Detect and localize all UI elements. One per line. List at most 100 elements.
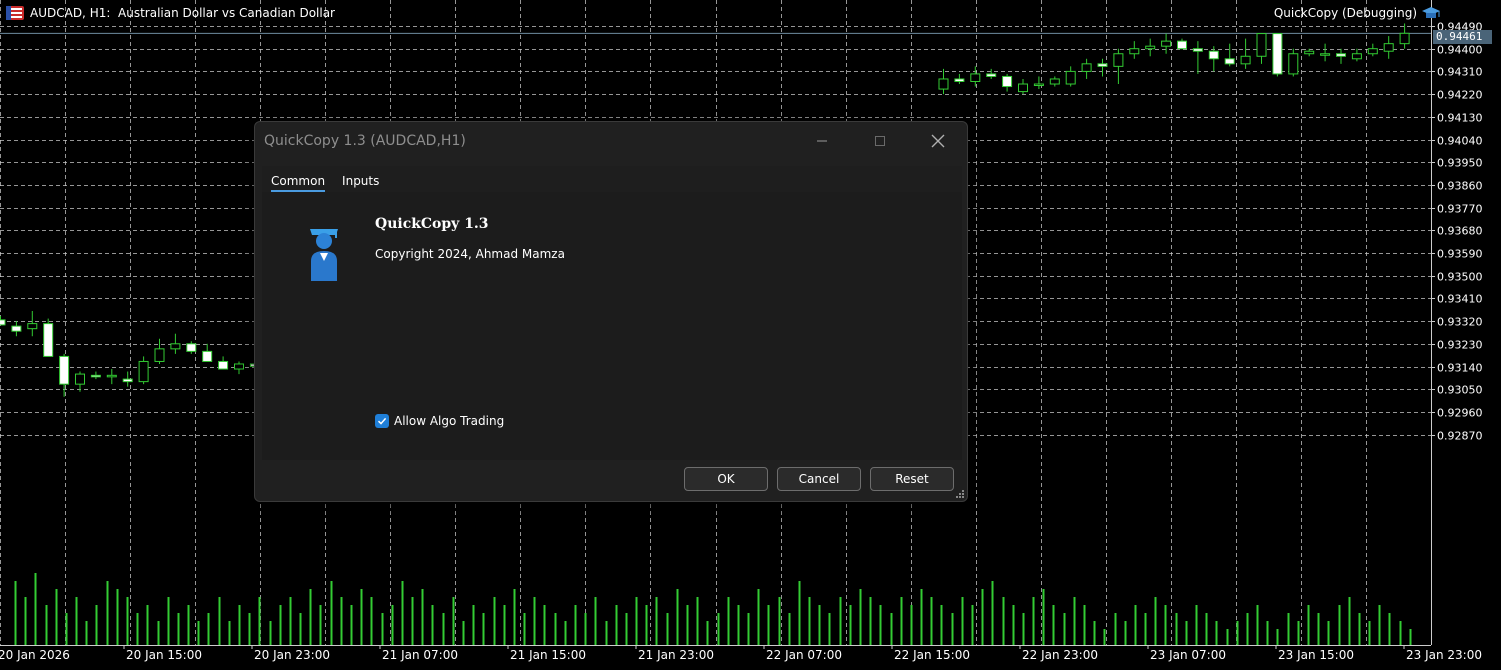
dialog-titlebar[interactable]: QuickCopy 1.3 (AUDCAD,H1): [255, 122, 967, 160]
candle-body: [218, 360, 229, 370]
price-axis-label: 0.94220: [1437, 89, 1483, 102]
candle-body: [1145, 45, 1156, 50]
candle-body: [938, 78, 949, 90]
candle-body: [1081, 63, 1092, 72]
candle-body: [1272, 33, 1283, 75]
candle-body: [1033, 83, 1044, 87]
maximize-icon: [875, 136, 885, 146]
cancel-button[interactable]: Cancel: [777, 467, 861, 491]
candle-body: [1224, 58, 1235, 65]
candle-body: [59, 355, 70, 385]
candle-body: [1065, 70, 1076, 85]
dialog-title: QuickCopy 1.3 (AUDCAD,H1): [264, 133, 466, 149]
chart-header: AUDCAD, H1: Australian Dollar vs Canadia…: [6, 6, 335, 20]
candle-body: [1097, 63, 1108, 67]
app-name: QuickCopy 1.3: [375, 216, 489, 232]
candle-body: [75, 373, 85, 385]
ea-name: QuickCopy (Debugging): [1273, 6, 1417, 20]
tab-strip: Common Inputs: [262, 166, 962, 192]
symbol-title: AUDCAD, H1: Australian Dollar vs Canadia…: [30, 6, 335, 20]
candle-body: [27, 323, 38, 330]
graduation-cap-icon: [1422, 7, 1440, 18]
time-axis-label: 23 Jan 23:00: [1406, 648, 1482, 662]
expert-advisor-label[interactable]: QuickCopy (Debugging): [1274, 6, 1441, 20]
price-axis-label: 0.93590: [1437, 248, 1483, 261]
time-axis-label: 21 Jan 07:00: [382, 648, 458, 662]
time-axis-label: 22 Jan 07:00: [766, 648, 842, 662]
candle-body: [234, 363, 244, 370]
allow-algo-trading-checkbox[interactable]: [375, 414, 389, 428]
ok-button[interactable]: OK: [684, 467, 768, 491]
window-controls: [793, 122, 967, 160]
candle-body: [186, 343, 197, 352]
price-axis-label: 0.93140: [1437, 362, 1483, 375]
price-axis-label: 0.93050: [1437, 384, 1483, 397]
candle-body: [154, 348, 165, 362]
candle-body: [122, 378, 133, 383]
tab-inputs[interactable]: Inputs: [333, 174, 387, 192]
price-axis-label: 0.93500: [1437, 271, 1483, 284]
candle-body: [1002, 75, 1013, 88]
time-axis-label: 23 Jan 07:00: [1150, 648, 1226, 662]
expert-advisor-icon: [310, 229, 338, 281]
candle-body: [1367, 48, 1378, 55]
time-axis-label: 21 Jan 23:00: [638, 648, 714, 662]
price-axis-label: 0.93320: [1437, 316, 1483, 329]
checkmark-icon: [377, 417, 387, 425]
time-axis-label: 21 Jan 15:00: [510, 648, 586, 662]
reset-button[interactable]: Reset: [870, 467, 954, 491]
tab-common[interactable]: Common: [262, 174, 333, 192]
candle-body: [43, 323, 54, 357]
price-axis-label: 0.93950: [1437, 157, 1483, 170]
minimize-button[interactable]: [793, 122, 851, 160]
common-tab-panel: QuickCopy 1.3 Copyright 2024, Ahmad Mamz…: [262, 192, 962, 460]
allow-algo-trading-label: Allow Algo Trading: [394, 414, 505, 428]
candle-body: [1351, 53, 1362, 60]
price-axis-label: 0.92870: [1437, 430, 1483, 443]
symbol-flag-icon: [6, 6, 24, 20]
candle-body: [1288, 53, 1299, 75]
time-axis-label: 20 Jan 23:00: [254, 648, 330, 662]
price-axis-label: 0.93230: [1437, 339, 1483, 352]
time-axis-label: 20 Jan 15:00: [126, 648, 202, 662]
candle-body: [1256, 33, 1267, 57]
candle-body: [202, 350, 213, 362]
candle-body: [138, 360, 149, 383]
close-button[interactable]: [909, 122, 967, 160]
candle-body: [1383, 43, 1394, 52]
candle-body: [1208, 50, 1219, 60]
candle-body: [11, 325, 22, 332]
candle-body: [1192, 48, 1203, 52]
candle-body: [1336, 53, 1346, 57]
candle-body: [1018, 83, 1028, 93]
candle-body: [970, 73, 981, 82]
price-axis-label: 0.94310: [1437, 66, 1483, 79]
price-axis-label: 0.93680: [1437, 225, 1483, 238]
price-axis-label: 0.93770: [1437, 203, 1483, 216]
time-axis-label: 22 Jan 23:00: [1022, 648, 1098, 662]
candle-body: [1161, 40, 1172, 47]
resize-grip-icon[interactable]: [955, 489, 965, 499]
candle-body: [1304, 50, 1315, 55]
candle-body: [1240, 55, 1251, 65]
candle-body: [90, 374, 101, 378]
minimize-icon: [817, 140, 827, 142]
candle-body: [954, 78, 965, 82]
price-axis-label: 0.94130: [1437, 112, 1483, 125]
close-icon: [931, 134, 945, 148]
price-axis-label: 0.93860: [1437, 180, 1483, 193]
price-axis-label: 0.94040: [1437, 135, 1483, 148]
expert-properties-dialog: QuickCopy 1.3 (AUDCAD,H1) Common Inputs …: [254, 121, 968, 502]
time-axis-label: 23 Jan 15:00: [1278, 648, 1354, 662]
price-axis-label: 0.93410: [1437, 293, 1483, 306]
candle-body: [986, 73, 997, 77]
price-axis-label: 0.94400: [1437, 44, 1483, 57]
allow-algo-trading-row[interactable]: Allow Algo Trading: [375, 414, 504, 428]
candle-body: [106, 374, 117, 378]
copyright-text: Copyright 2024, Ahmad Mamza: [375, 247, 565, 261]
current-price-tag: 0.94461: [1433, 30, 1492, 44]
candle-body: [1177, 40, 1187, 50]
candle-body: [1129, 48, 1140, 55]
maximize-button[interactable]: [851, 122, 909, 160]
price-axis-label: 0.92960: [1437, 407, 1483, 420]
